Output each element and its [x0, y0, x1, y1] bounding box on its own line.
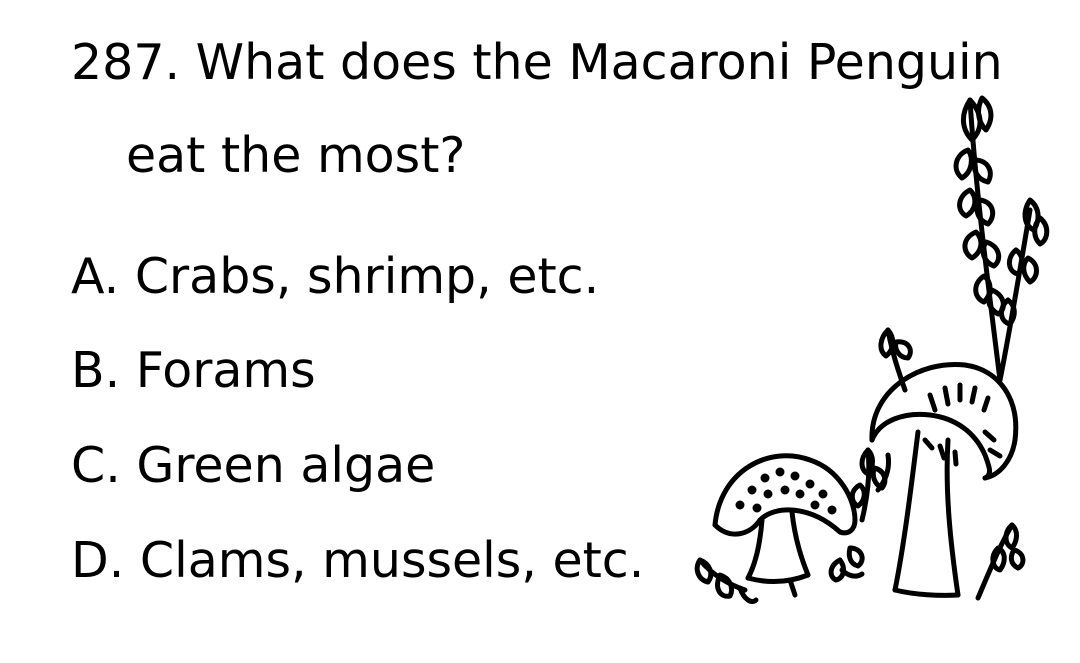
option-c-text: Green algae: [136, 437, 436, 494]
option-d-text: Clams, mussels, etc.: [139, 532, 645, 589]
option-b: B. Forams: [71, 346, 316, 395]
question-line-2: eat the most?: [126, 127, 466, 184]
option-a: A. Crabs, shrimp, etc.: [71, 252, 599, 301]
option-c-letter: C.: [71, 437, 121, 494]
option-b-text: Forams: [135, 342, 316, 399]
option-a-letter: A.: [71, 248, 120, 305]
middle-sprigs-icon: [828, 447, 891, 583]
option-a-text: Crabs, shrimp, etc.: [134, 248, 600, 305]
mushroom-plant-illustration-icon: [694, 95, 1050, 604]
option-c: C. Green algae: [71, 441, 435, 490]
tall-vine-icon: [953, 95, 1050, 383]
ground-leaves-right-icon: [975, 522, 1026, 601]
ground-leaves-left-icon: [694, 557, 759, 604]
option-b-letter: B.: [71, 342, 121, 399]
small-mushroom-icon: [712, 453, 858, 598]
question-line-1: 287. What does the Macaroni Penguin: [71, 34, 1003, 91]
option-d-letter: D.: [71, 532, 125, 589]
option-d: D. Clams, mussels, etc.: [71, 536, 644, 585]
